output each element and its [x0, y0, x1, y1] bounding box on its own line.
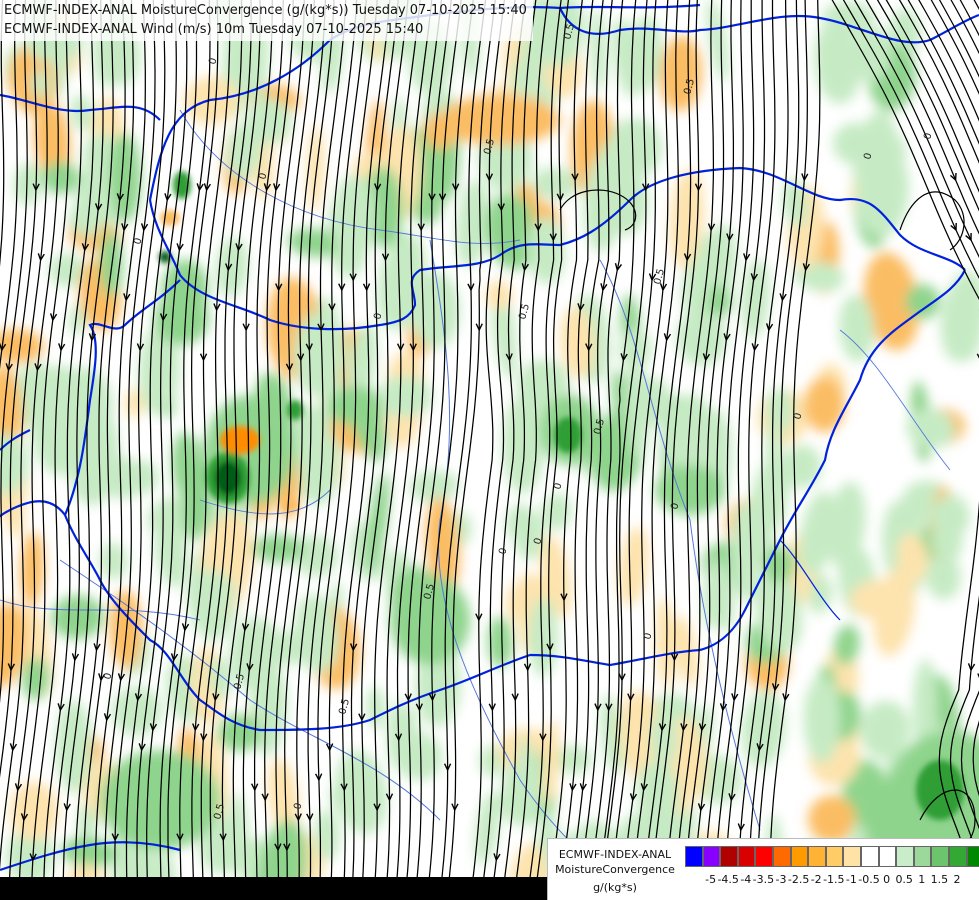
legend-parameter: MoistureConvergence: [555, 863, 675, 876]
intensity-core: [282, 499, 298, 511]
legend-swatch: [825, 846, 844, 867]
legend-swatch: [931, 846, 949, 867]
legend-tick-label: 1.5: [930, 873, 949, 886]
legend-model: ECMWF-INDEX-ANAL: [558, 848, 672, 861]
legend-swatch: [896, 846, 914, 867]
legend-swatch: [948, 846, 967, 867]
legend-tick-label: -1.5: [823, 873, 845, 886]
legend-swatch: [685, 846, 703, 867]
legend-ticks: -5 -4.5 -4 -3.5 -3 -2.5 -2 -1.5 -1 -0.5 0 0.5 1 1.5 2: [685, 873, 975, 889]
weather-map: 00.50.5000 0.50.50.50000.50.50.500.50000.…: [0, 0, 979, 900]
legend-tick-label: -4.5: [717, 873, 739, 886]
legend-swatch: [878, 846, 897, 867]
map-title: ECMWF-INDEX-ANAL MoistureConvergence (g/…: [0, 0, 533, 41]
map-bottom-strip: [0, 877, 560, 900]
legend-tick-label: -4: [740, 873, 752, 886]
intensity-core: [554, 417, 582, 453]
title-moisture-convergence: ECMWF-INDEX-ANAL MoistureConvergence (g/…: [4, 3, 527, 18]
regional-tint: [850, 580, 910, 620]
color-legend: ECMWF-INDEX-ANAL MoistureConvergence g/(…: [547, 838, 979, 900]
legend-tick-label: 2: [953, 873, 961, 886]
intensity-core: [220, 426, 260, 454]
legend-tick-label: 0.5: [895, 873, 913, 886]
legend-swatch: [755, 846, 773, 867]
convergence-patch: [252, 534, 304, 563]
legend-tick-label: 1: [918, 873, 926, 886]
legend-tick-label: 0: [883, 873, 891, 886]
intensity-core: [160, 210, 180, 226]
legend-tick-label: -3.5: [752, 873, 775, 886]
legend-swatch: [913, 846, 932, 867]
legend-unit: g/(kg*s): [593, 881, 637, 894]
legend-swatch: [790, 846, 809, 867]
legend-swatch: [702, 846, 721, 867]
legend-tick-label: -1: [845, 873, 857, 886]
convergence-patch: [377, 376, 433, 418]
legend-tick-label: -2: [810, 873, 822, 886]
intensity-core: [287, 400, 303, 420]
legend-tick-label: -0.5: [858, 873, 880, 886]
legend-swatch: [966, 846, 979, 867]
legend-swatch: [737, 846, 756, 867]
title-wind: ECMWF-INDEX-ANAL Wind (m/s) 10m Tuesday …: [4, 22, 424, 37]
legend-swatch: [772, 846, 791, 867]
legend-swatch: [808, 846, 826, 867]
legend-swatch: [843, 846, 861, 867]
legend-tick-label: -5: [705, 873, 717, 886]
legend-tick-label: -3: [775, 873, 787, 886]
legend-swatches: [685, 846, 979, 867]
legend-tick-label: -2.5: [787, 873, 810, 886]
legend-swatch: [720, 846, 738, 867]
legend-swatch: [860, 846, 879, 867]
